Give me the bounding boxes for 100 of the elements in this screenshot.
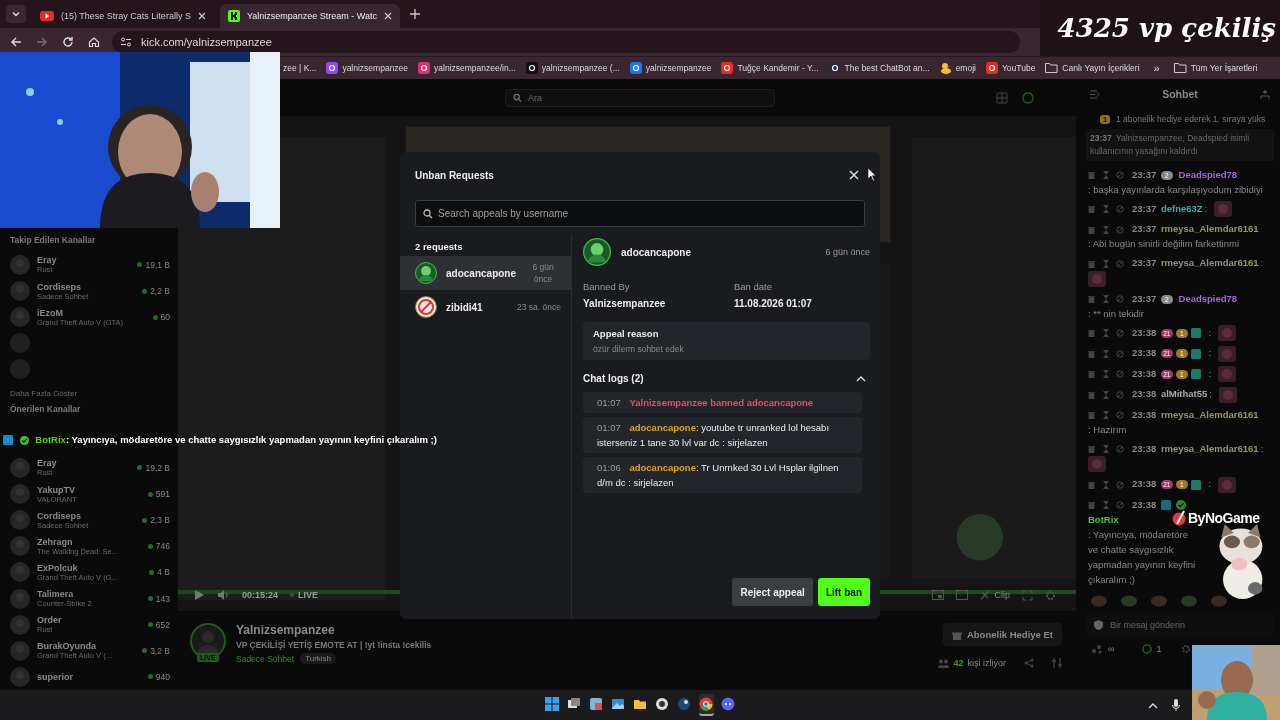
channel-name[interactable]: Eray bbox=[37, 255, 131, 266]
bookmark[interactable]: Canlı Yayın İçerikleri bbox=[1045, 63, 1140, 73]
infinity-label: ∞ bbox=[1108, 643, 1115, 654]
timestamp: 6 gün önce bbox=[825, 247, 870, 257]
clip-button[interactable]: Clip bbox=[980, 590, 1010, 600]
overlay-title: 4325 vp çekiliş bbox=[1057, 13, 1276, 43]
address-field[interactable]: kick.com/yalnizsempanzee bbox=[112, 31, 1020, 53]
gift-subscription-button[interactable]: Abonelik Hediye Et bbox=[942, 623, 1062, 646]
username[interactable]: BotRix bbox=[1088, 513, 1119, 525]
points-count: 1 bbox=[1156, 643, 1162, 654]
username: adocancapone bbox=[621, 246, 693, 258]
chat-log-entry: 01:07 adocancapone: youtube tr unranked lol hesabı isterseniz 1 tane 30 lvl var dc : sirjelazen bbox=[583, 417, 862, 453]
message-text: : bbox=[1208, 478, 1212, 490]
language-tag[interactable]: Turkish bbox=[300, 653, 337, 664]
viewer-count: 3,2 B bbox=[142, 645, 170, 656]
bookmark[interactable]: zee | K... bbox=[283, 63, 317, 73]
username[interactable]: defne63Z bbox=[1160, 203, 1203, 214]
bot-message: : Yayıncıya, mödaretöre ve chatte saygısızlık yapmadan yayının keyfini çıkaralım ;) bbox=[65, 434, 437, 445]
section-title: Chat logs (2) bbox=[583, 373, 644, 384]
username[interactable]: Deadspied78 bbox=[1178, 169, 1238, 180]
field-value: 11.08.2026 01:07 bbox=[734, 298, 813, 309]
message-text: : bbox=[1208, 367, 1212, 379]
request-item[interactable]: adocancapone 6 gün önce bbox=[400, 256, 571, 290]
chat-log-entry: 01:06 adocancapone: Tr Unrnked 30 Lvl Hsplar ilgilnen d/m dc : sirjelazen bbox=[583, 457, 862, 493]
show-more-link[interactable]: Daha Fazla Göster bbox=[10, 382, 170, 405]
tab-title: Yalnizsempanzee Stream - Watc bbox=[246, 11, 377, 21]
bookmark[interactable]: yalnizsempanzee (... bbox=[525, 62, 620, 74]
timestamp: 23:38 bbox=[1131, 408, 1157, 420]
timestamp: 23:38 bbox=[1131, 326, 1157, 338]
field-label: Banned By bbox=[583, 281, 631, 292]
viewer-count: 143 bbox=[147, 593, 170, 604]
username[interactable]: alMithat55 bbox=[1160, 388, 1208, 400]
search-field[interactable]: Search appeals by username bbox=[415, 200, 865, 227]
card-title: Appeal reason bbox=[593, 328, 660, 339]
viewer-count: 652 bbox=[147, 619, 170, 630]
card-text: özür dilerm sohbet edek bbox=[593, 344, 685, 354]
timestamp: 23:37 bbox=[1131, 169, 1157, 180]
username[interactable]: rmeysa_Alemdar6161 bbox=[1160, 442, 1259, 454]
bookmark[interactable]: yalnizsempanzee bbox=[326, 62, 409, 74]
channel-name[interactable]: YakupTV bbox=[37, 484, 141, 495]
pinned-message[interactable]: 1 abonelik hediye ederek 1. sıraya yüks bbox=[1115, 114, 1266, 124]
viewer-count: 591 bbox=[147, 489, 170, 500]
bookmark[interactable]: Tuğçe Kandemir - Y... bbox=[721, 62, 819, 74]
system-message: 23:37 Yalnizsempanzee, Deadspied isimli kullanıcının yasağını kaldırdı bbox=[1086, 129, 1274, 161]
field-value: Yalnizsempanzee bbox=[583, 298, 667, 309]
timestamp: 23:38 bbox=[1131, 498, 1157, 510]
playback-time: 00:15:24 bbox=[242, 590, 279, 600]
viewer-count: 940 bbox=[147, 671, 170, 682]
field-label: Ban date bbox=[734, 281, 774, 292]
channel-name[interactable]: Order bbox=[37, 615, 141, 626]
bookmark[interactable]: yalnizsempanzee bbox=[629, 62, 712, 74]
message-text: : bbox=[1260, 257, 1264, 269]
message-text: : bbox=[1208, 326, 1212, 338]
bookmark[interactable]: YouTube bbox=[985, 62, 1036, 74]
request-count: 2 requests bbox=[414, 240, 464, 254]
timestamp: 23:37 bbox=[1131, 203, 1157, 214]
request-item[interactable]: zibidi41 23 sa. önce bbox=[400, 290, 571, 324]
username[interactable]: rmeysa_Alemdar6161 bbox=[1160, 257, 1259, 269]
bookmark[interactable]: The best ChatBot an... bbox=[828, 62, 930, 74]
all-bookmarks-folder[interactable]: Tüm Yer İşaretleri bbox=[1173, 63, 1258, 73]
timestamp: 23:38 bbox=[1131, 347, 1157, 359]
username[interactable]: rmeysa_Alemdar6161 bbox=[1160, 223, 1259, 235]
channel-name[interactable]: superior bbox=[37, 671, 141, 682]
section-title: Önerilen Kanallar bbox=[10, 404, 82, 417]
reject-appeal-button[interactable]: Reject appeal bbox=[732, 578, 813, 606]
lift-ban-button[interactable]: Lift ban bbox=[817, 578, 870, 606]
message-text: : bbox=[1204, 203, 1208, 214]
channel-name[interactable]: Talimera bbox=[37, 589, 141, 600]
browser-tab[interactable]: Yalnizsempanzee Stream - Watc bbox=[219, 4, 400, 28]
more-bookmarks-button[interactable]: » bbox=[1153, 62, 1160, 74]
channel-name[interactable]: Zehragn bbox=[37, 536, 141, 547]
message-text: : bbox=[1260, 442, 1264, 454]
message-text: : Hazırım bbox=[1088, 422, 1128, 437]
channel-name[interactable]: Cordiseps bbox=[37, 510, 136, 521]
dialog-title: Unban Requests bbox=[415, 169, 494, 181]
message-text: : Abi bugün sinirli değilim farkettinmi bbox=[1088, 237, 1240, 252]
section-title: Takip Edilen Kanallar bbox=[10, 235, 97, 247]
viewer-count: 4 B bbox=[149, 567, 170, 578]
sponsor-name: ByNoGame bbox=[1188, 510, 1260, 526]
message-text: : bbox=[1209, 388, 1212, 400]
channel-name[interactable]: Cordiseps bbox=[37, 281, 136, 292]
viewer-count: 19,2 B bbox=[137, 463, 170, 473]
bookmark[interactable]: yalnizsempanzee/in... bbox=[418, 62, 516, 74]
channel-name[interactable]: BurakOyunda bbox=[37, 641, 136, 652]
channel-name[interactable]: Eray bbox=[37, 458, 131, 469]
bookmark[interactable]: emoji bbox=[939, 62, 976, 74]
browser-tab[interactable]: (15) These Stray Cats Literally S bbox=[32, 4, 214, 28]
channel-name[interactable]: Yalnizsempanzee bbox=[236, 623, 432, 637]
search-field[interactable]: Ara bbox=[505, 88, 775, 107]
channel-name[interactable]: ExPolcuk bbox=[37, 562, 143, 573]
message-text: : Yayıncıya, mödaretöre ve chatte saygısızlık yapmadan yayının keyfini çıkaralım ;) bbox=[1088, 527, 1196, 587]
category-link[interactable]: Sadece Sohbet bbox=[236, 653, 295, 664]
chat-log-entry: 01:07 Yalnizsempanzee banned adocancapone bbox=[583, 392, 862, 413]
username[interactable]: rmeysa_Alemdar6161 bbox=[1160, 408, 1259, 420]
username[interactable]: Deadspied78 bbox=[1178, 292, 1238, 304]
viewer-count: 19,1 B bbox=[137, 259, 170, 270]
message-text: : ** nin tekidir bbox=[1088, 306, 1145, 321]
channel-name[interactable]: iEzoM bbox=[37, 307, 146, 318]
viewer-count: 2,2 B bbox=[142, 286, 170, 297]
chat-input[interactable]: Bir mesaj gönderin bbox=[1086, 612, 1274, 637]
